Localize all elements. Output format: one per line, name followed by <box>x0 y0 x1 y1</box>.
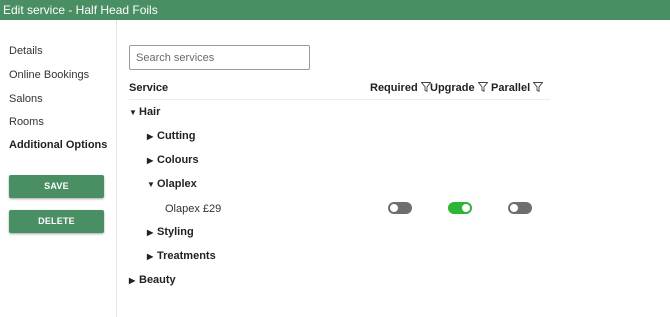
tree-row-hair[interactable]: ▼ Hair <box>129 106 160 118</box>
filter-icon[interactable] <box>533 82 544 92</box>
toggle-knob <box>389 203 399 213</box>
window-title: Edit service - Half Head Foils <box>0 0 670 20</box>
sidebar: Details Online Bookings Salons Rooms Add… <box>0 20 117 317</box>
sidebar-item-salons[interactable]: Salons <box>9 93 43 105</box>
column-header-required[interactable]: Required <box>370 82 431 94</box>
sidebar-item-online-bookings[interactable]: Online Bookings <box>9 69 89 81</box>
column-header-required-label: Required <box>370 82 418 94</box>
column-header-service-label: Service <box>129 82 169 94</box>
caret-right-icon[interactable]: ▶ <box>147 252 157 261</box>
caret-down-icon[interactable]: ▼ <box>147 180 157 189</box>
tree-label-styling: Styling <box>157 226 194 238</box>
tree-label-beauty: Beauty <box>139 274 176 286</box>
tree-label-treatments: Treatments <box>157 250 216 262</box>
tree-row-treatments[interactable]: ▶ Treatments <box>147 250 216 262</box>
tree-row-cutting[interactable]: ▶ Cutting <box>147 130 195 142</box>
tree-label-cutting: Cutting <box>157 130 196 142</box>
delete-button[interactable]: DELETE <box>9 210 104 233</box>
service-item-olapex: Olapex £29 <box>165 203 222 215</box>
upgrade-toggle[interactable] <box>448 202 472 214</box>
caret-right-icon[interactable]: ▶ <box>129 276 139 285</box>
toggle-knob <box>461 203 471 213</box>
column-header-service[interactable]: Service <box>129 82 168 94</box>
parallel-toggle[interactable] <box>508 202 532 214</box>
column-header-parallel-label: Parallel <box>491 82 531 94</box>
caret-right-icon[interactable]: ▶ <box>147 132 157 141</box>
caret-right-icon[interactable]: ▶ <box>147 156 157 165</box>
tree-row-beauty[interactable]: ▶ Beauty <box>129 274 176 286</box>
sidebar-item-rooms[interactable]: Rooms <box>9 116 44 128</box>
search-input[interactable] <box>129 45 310 70</box>
header-divider <box>129 99 550 100</box>
column-header-upgrade[interactable]: Upgrade <box>430 82 488 94</box>
tree-row-olaplex[interactable]: ▼ Olaplex <box>147 178 197 190</box>
save-button[interactable]: SAVE <box>9 175 104 198</box>
tree-row-colours[interactable]: ▶ Colours <box>147 154 199 166</box>
tree-label-olaplex: Olaplex <box>157 178 197 190</box>
column-header-parallel[interactable]: Parallel <box>491 82 544 94</box>
caret-right-icon[interactable]: ▶ <box>147 228 157 237</box>
sidebar-item-details[interactable]: Details <box>9 45 43 57</box>
required-toggle[interactable] <box>388 202 412 214</box>
tree-label-hair: Hair <box>139 106 161 118</box>
toggle-knob <box>509 203 519 213</box>
column-header-upgrade-label: Upgrade <box>430 82 475 94</box>
caret-down-icon[interactable]: ▼ <box>129 108 139 117</box>
tree-row-styling[interactable]: ▶ Styling <box>147 226 194 238</box>
filter-icon[interactable] <box>477 82 488 92</box>
sidebar-item-additional-options[interactable]: Additional Options <box>9 139 107 151</box>
tree-label-colours: Colours <box>157 154 199 166</box>
